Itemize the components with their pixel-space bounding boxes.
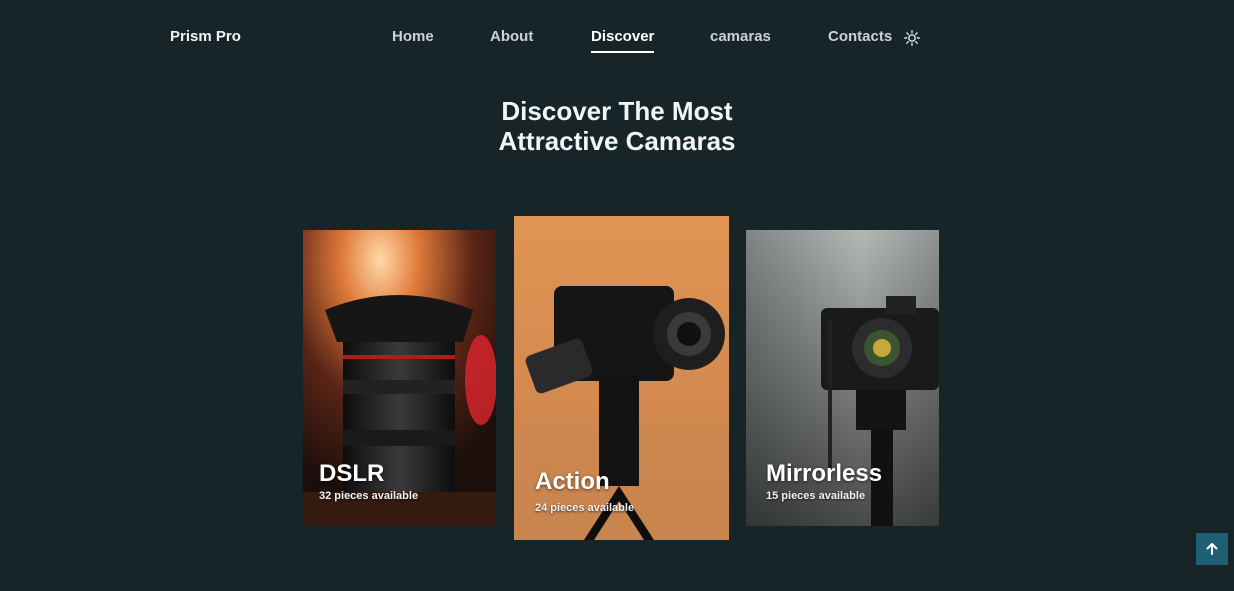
card-title: Mirrorless [766,460,883,487]
arrow-up-icon [1206,543,1218,555]
nav-contacts[interactable]: Contacts [828,28,892,45]
card-subtitle: 15 pieces available [766,490,866,502]
card-title: DSLR [319,460,385,487]
title-line-1: Discover The Most [501,96,733,126]
nav-discover[interactable]: Discover [591,28,655,53]
main-nav: Home About Discover camaras Contacts [0,28,1234,58]
card-dslr[interactable]: DSLR 32 pieces available [303,230,496,526]
card-mirrorless[interactable]: Mirrorless 15 pieces available [746,230,939,526]
nav-home[interactable]: Home [392,28,434,45]
nav-about[interactable]: About [490,28,533,45]
nav-camaras[interactable]: camaras [710,28,771,45]
card-action[interactable]: Action 24 pieces available [514,216,729,540]
sun-icon[interactable] [904,30,920,46]
card-subtitle: 32 pieces available [319,490,419,502]
card-title: Action [535,468,610,495]
title-line-2: Attractive Camaras [498,126,736,156]
scroll-to-top-button[interactable] [1196,533,1228,565]
card-subtitle: 24 pieces available [535,502,635,514]
page-title: Discover The Most Attractive Camaras [0,96,1234,156]
